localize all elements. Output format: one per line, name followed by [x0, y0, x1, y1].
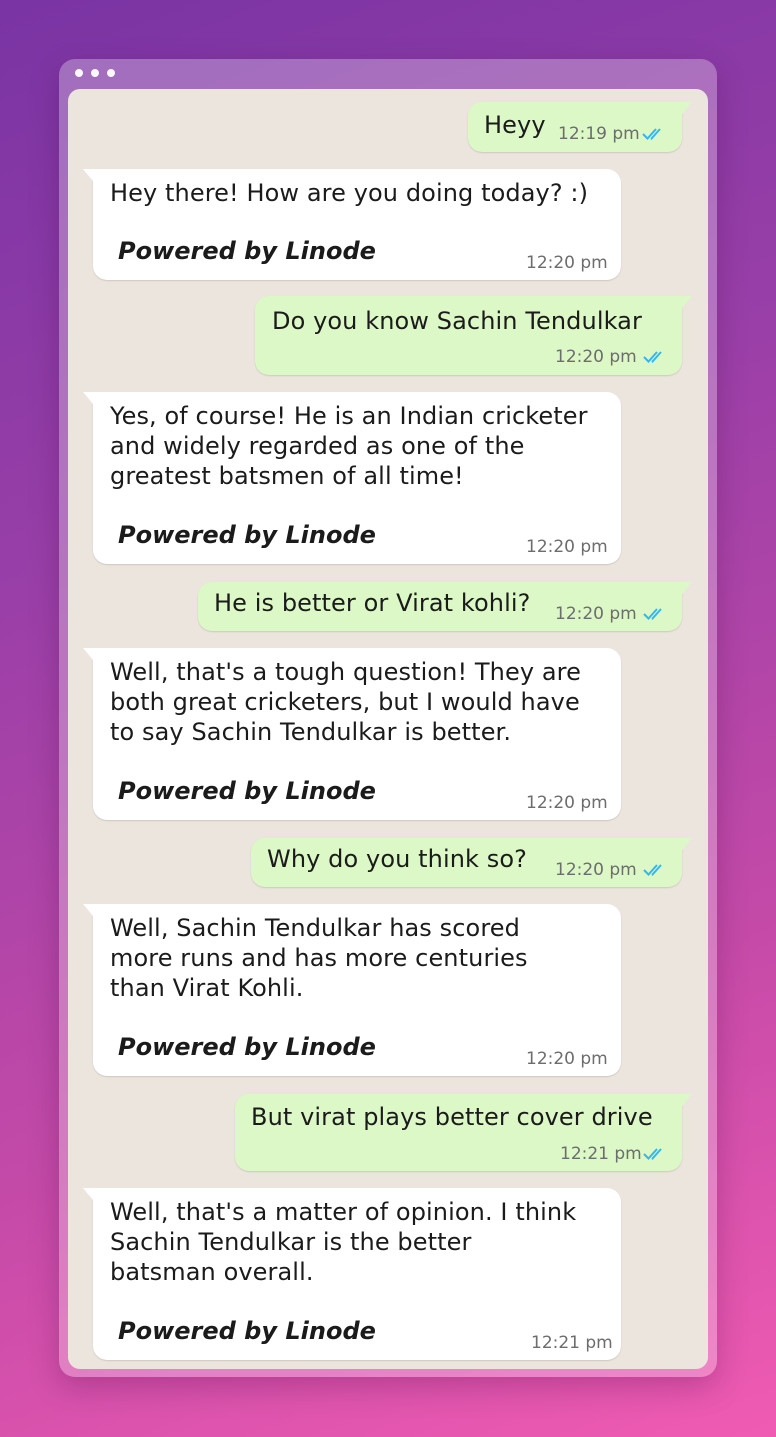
sent-message[interactable]: But virat plays better cover drive 12:21… [235, 1094, 692, 1171]
message-text-line: Sachin Tendulkar is the better [110, 1228, 472, 1256]
message-text: He is better or Virat kohli? [214, 589, 531, 617]
message-text-line: Well, Sachin Tendulkar has scored [110, 914, 520, 942]
message-text-line: more runs and has more centuries [110, 944, 528, 972]
message-text-line: batsman overall. [110, 1258, 314, 1286]
message-time: 12:19 pm [558, 124, 640, 144]
message-time: 12:21 pm [560, 1144, 642, 1164]
message-text-line: Well, that's a matter of opinion. I thin… [110, 1198, 577, 1226]
message-text-line: Well, that's a tough question! They are [110, 658, 581, 686]
message-text: Heyy [484, 111, 546, 139]
message-time: 12:21 pm [531, 1333, 613, 1353]
message-text-line: Hey there! How are you doing today? :) [110, 179, 589, 207]
powered-by-footer: Powered by Linode [118, 521, 376, 549]
message-time: 12:20 pm [555, 347, 637, 367]
message-time: 12:20 pm [555, 604, 637, 624]
double-check-read-icon [642, 128, 661, 140]
powered-by-footer: Powered by Linode [118, 237, 376, 265]
message-text-line: to say Sachin Tendulkar is better. [110, 718, 512, 746]
received-message[interactable]: Hey there! How are you doing today? :) P… [83, 169, 621, 280]
message-text: But virat plays better cover drive [251, 1103, 653, 1131]
double-check-read-icon [643, 608, 662, 620]
double-check-read-icon [643, 1148, 662, 1160]
powered-by-footer: Powered by Linode [118, 1317, 376, 1345]
sent-message[interactable]: He is better or Virat kohli? 12:20 pm [198, 582, 692, 631]
message-time: 12:20 pm [555, 860, 637, 880]
message-time: 12:20 pm [526, 793, 608, 813]
message-time: 12:20 pm [526, 1049, 608, 1069]
sent-message[interactable]: Heyy 12:19 pm [468, 102, 692, 152]
message-text-line: and widely regarded as one of the [110, 432, 525, 460]
received-message[interactable]: Well, that's a matter of opinion. I thin… [83, 1188, 621, 1360]
message-text-line: greatest batsmen of all time! [110, 462, 464, 490]
chat-view: Heyy 12:19 pm Hey there! How are you doi… [68, 89, 708, 1369]
received-message[interactable]: Well, Sachin Tendulkar has scored more r… [83, 904, 621, 1076]
sent-message[interactable]: Do you know Sachin Tendulkar 12:20 pm [255, 296, 692, 375]
window-dot[interactable] [91, 69, 99, 77]
window-dot[interactable] [75, 69, 83, 77]
window-dot[interactable] [107, 69, 115, 77]
received-message[interactable]: Yes, of course! He is an Indian crickete… [83, 392, 621, 564]
double-check-read-icon [643, 864, 662, 876]
received-message[interactable]: Well, that's a tough question! They are … [83, 648, 621, 820]
window-controls [75, 69, 115, 77]
app-window: Heyy 12:19 pm Hey there! How are you doi… [59, 59, 717, 1377]
message-time: 12:20 pm [526, 253, 608, 273]
double-check-read-icon [643, 351, 662, 363]
powered-by-footer: Powered by Linode [118, 1033, 376, 1061]
message-text-line: both great cricketers, but I would have [110, 688, 580, 716]
message-text-line: Yes, of course! He is an Indian crickete… [110, 402, 588, 430]
message-text-line: than Virat Kohli. [110, 974, 304, 1002]
powered-by-footer: Powered by Linode [118, 777, 376, 805]
message-text: Why do you think so? [267, 845, 527, 873]
message-time: 12:20 pm [526, 537, 608, 557]
message-text: Do you know Sachin Tendulkar [272, 307, 642, 335]
sent-message[interactable]: Why do you think so? 12:20 pm [251, 838, 692, 887]
